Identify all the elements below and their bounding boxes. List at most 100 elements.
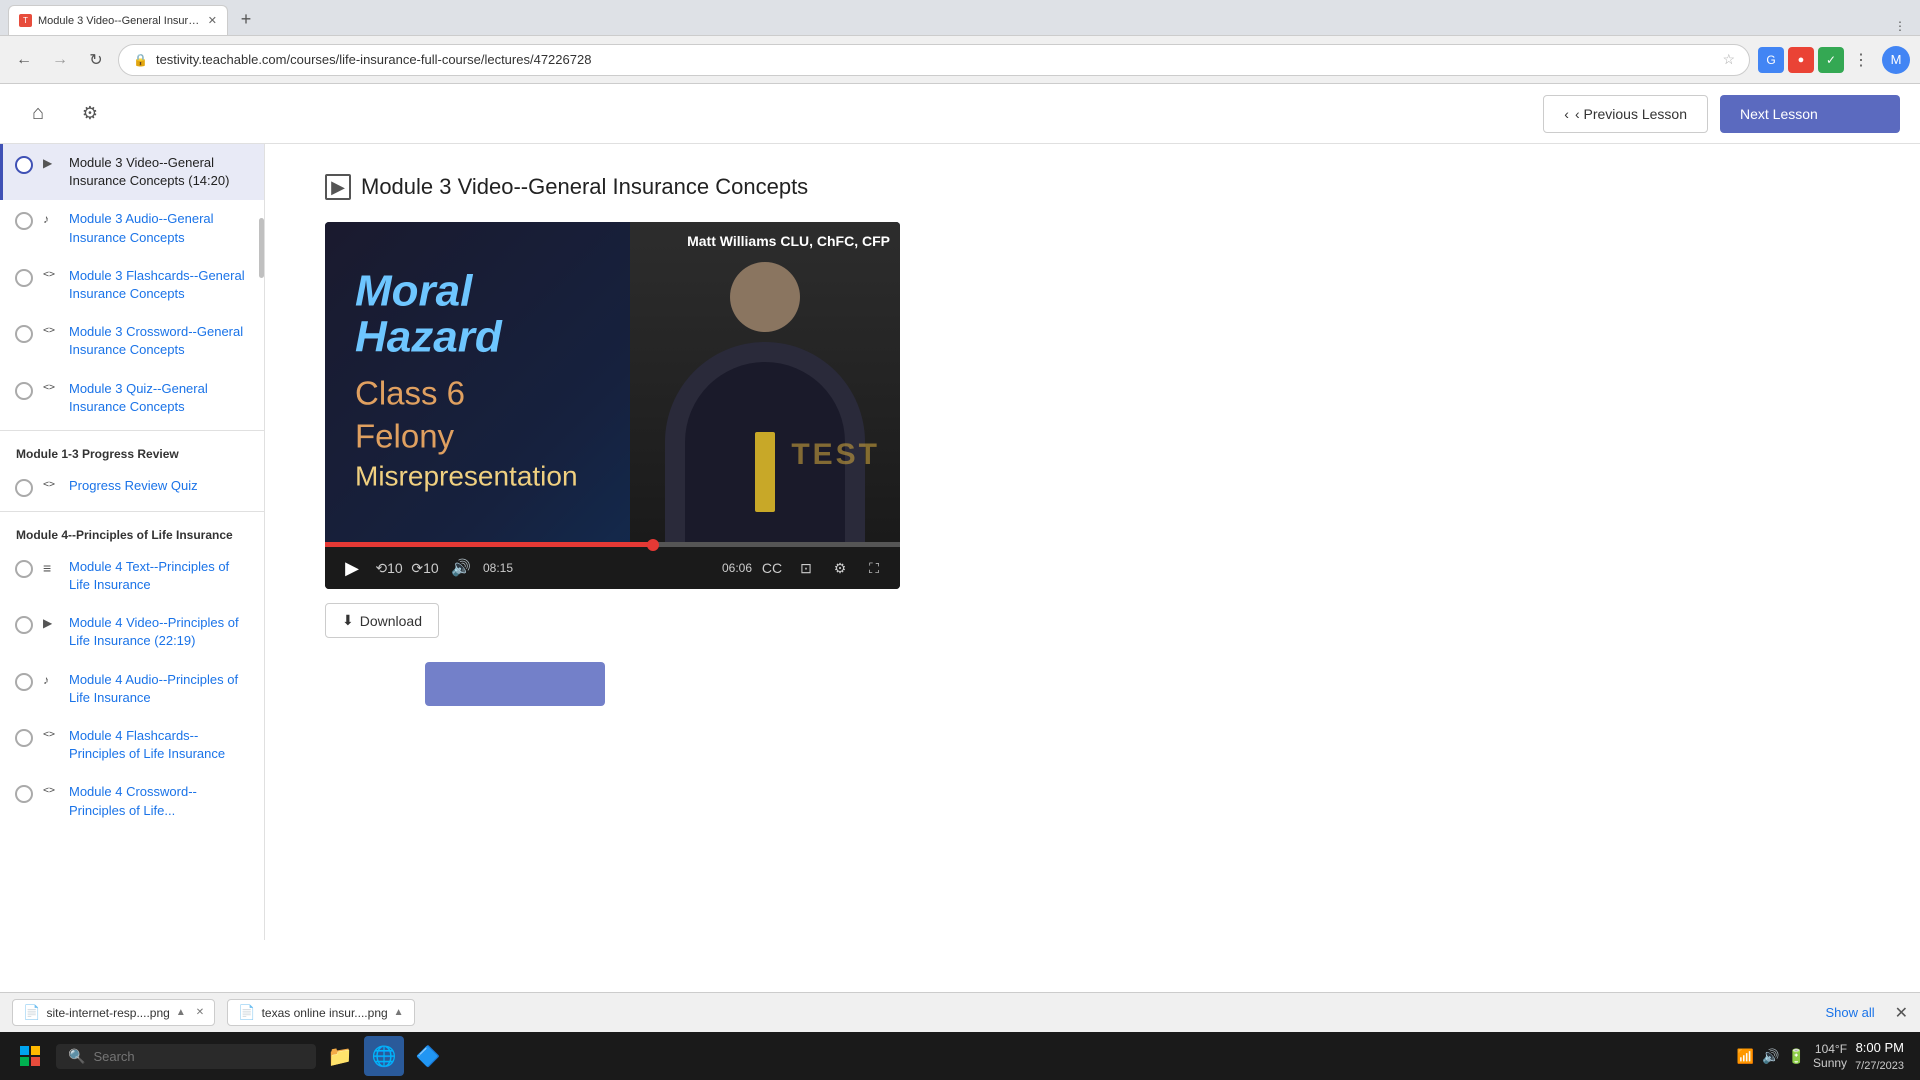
file-chevron-1[interactable]: ▲ [176, 1007, 186, 1018]
sidebar-item-m4-video[interactable]: ▶ Module 4 Video--Principles of Life Ins… [0, 604, 264, 660]
more-extensions-btn[interactable]: ⋮ [1848, 47, 1874, 73]
video-fullscreen-btn[interactable]: ⛶ [860, 554, 888, 582]
sidebar-item-m3-video[interactable]: ▶ Module 3 Video--General Insurance Conc… [0, 144, 264, 200]
condition-text: Sunny [1813, 1056, 1847, 1070]
extension-icon-2[interactable]: ● [1788, 47, 1814, 73]
file-explorer-icon: 📁 [328, 1044, 353, 1069]
sidebar: ▶ Module 3 Video--General Insurance Conc… [0, 144, 265, 940]
m4-audio-title: Module 4 Audio--Principles of Life Insur… [69, 671, 248, 707]
m3-quiz-circle [15, 382, 33, 400]
video-captions-btn[interactable]: CC [758, 554, 786, 582]
progress-quiz-circle [15, 479, 33, 497]
video-progress-container[interactable] [325, 542, 900, 547]
tab-close-icon[interactable]: ✕ [208, 14, 217, 27]
taskbar-tray: 📶 🔊 🔋 104°F Sunny 8:00 PM 7/27/2023 [1737, 1038, 1912, 1074]
video-time-elapsed: 08:15 [483, 561, 513, 575]
content-area: ▶ Module 3 Video--General Insurance Conc… [0, 144, 1920, 940]
file-bar-close-btn[interactable]: ✕ [1895, 1003, 1908, 1023]
taskbar-icon-explorer[interactable]: 📁 [320, 1036, 360, 1076]
network-tray-icon[interactable]: 📶 [1737, 1048, 1754, 1065]
active-tab[interactable]: T Module 3 Video--General Insurance... ✕ [8, 5, 228, 35]
lesson-title-area: ▶ Module 3 Video--General Insurance Conc… [325, 174, 1860, 200]
blue-rect [425, 662, 605, 706]
app: ⌂ ⚙ ‹ ‹ Previous Lesson Next Lesson ▶ Mo… [0, 84, 1920, 940]
bottom-file-bar: 📄 site-internet-resp....png ▲ ✕ 📄 texas … [0, 992, 1920, 1032]
prev-chevron-icon: ‹ [1564, 106, 1569, 122]
sidebar-divider-2 [0, 511, 264, 512]
presenter-name-overlay: Matt Williams CLU, ChFC, CFP [687, 232, 890, 250]
file-name-1: site-internet-resp....png [46, 1006, 169, 1020]
sidebar-item-m4-text[interactable]: ≡ Module 4 Text--Principles of Life Insu… [0, 548, 264, 604]
sidebar-divider-1 [0, 430, 264, 431]
download-label: Download [360, 613, 422, 629]
video-pip-btn[interactable]: ⊡ [792, 554, 820, 582]
taskbar-icon-edge[interactable]: 🔷 [408, 1036, 448, 1076]
taskbar-search-icon: 🔍 [68, 1048, 85, 1065]
address-bar[interactable]: 🔒 testivity.teachable.com/courses/life-i… [118, 44, 1750, 76]
taskbar-search-input[interactable] [93, 1049, 253, 1064]
home-btn[interactable]: ⌂ [20, 96, 56, 132]
file-close-1[interactable]: ✕ [196, 1007, 204, 1018]
profile-icon[interactable]: M [1882, 46, 1910, 74]
video-time-display: 08:15 [483, 561, 714, 575]
m3-quiz-title: Module 3 Quiz--General Insurance Concept… [69, 380, 248, 416]
sidebar-item-m4-cross[interactable]: <> Module 4 Crossword--Principles of Lif… [0, 773, 264, 829]
sidebar-item-m4-flash[interactable]: <> Module 4 Flashcards--Principles of Li… [0, 717, 264, 773]
url-text: testivity.teachable.com/courses/life-ins… [156, 52, 1714, 67]
download-icon: ⬇ [342, 612, 354, 629]
m4-cross-type-icon: <> [43, 785, 59, 796]
m3-flash-title: Module 3 Flashcards--General Insurance C… [69, 267, 248, 303]
browser-refresh-btn[interactable]: ↻ [82, 46, 110, 74]
tab-bar: T Module 3 Video--General Insurance... ✕… [0, 0, 1920, 36]
sidebar-item-m3-cross[interactable]: <> Module 3 Crossword--General Insurance… [0, 313, 264, 369]
video-class-text: Class 6 [355, 373, 578, 416]
file-item-1[interactable]: 📄 site-internet-resp....png ▲ ✕ [12, 999, 215, 1026]
prev-lesson-btn[interactable]: ‹ ‹ Previous Lesson [1543, 95, 1708, 133]
sidebar-item-m3-quiz[interactable]: <> Module 3 Quiz--General Insurance Conc… [0, 370, 264, 426]
extension-icon-3[interactable]: ✓ [1818, 47, 1844, 73]
sidebar-item-m3-audio[interactable]: ♪ Module 3 Audio--General Insurance Conc… [0, 200, 264, 256]
progress-quiz-title: Progress Review Quiz [69, 477, 198, 495]
taskbar-icon-chrome[interactable]: 🌐 [364, 1036, 404, 1076]
main-content: ▶ Module 3 Video--General Insurance Conc… [265, 144, 1920, 940]
show-all-btn[interactable]: Show all [1825, 1005, 1874, 1020]
chrome-icon: 🌐 [372, 1044, 397, 1069]
person-head [730, 262, 800, 332]
file-chevron-2[interactable]: ▲ [394, 1007, 404, 1018]
video-rewind-btn[interactable]: ⟲10 [375, 554, 403, 582]
m4-flash-title: Module 4 Flashcards--Principles of Life … [69, 727, 248, 763]
file-name-2: texas online insur....png [262, 1006, 388, 1020]
sidebar-scroll-indicator[interactable] [259, 184, 264, 861]
start-btn[interactable] [8, 1034, 52, 1078]
m4-cross-title: Module 4 Crossword--Principles of Life..… [69, 783, 248, 819]
taskbar-search-box[interactable]: 🔍 [56, 1044, 316, 1069]
settings-btn[interactable]: ⚙ [72, 96, 108, 132]
sidebar-item-m4-audio[interactable]: ♪ Module 4 Audio--Principles of Life Ins… [0, 661, 264, 717]
tab-more-icon[interactable]: ⋮ [1888, 19, 1912, 33]
download-btn[interactable]: ⬇ Download [325, 603, 439, 638]
video-controls-bar: ▶ ⟲10 ⟳10 🔊 08:15 06:06 CC ⊡ ⚙ ⛶ [325, 547, 900, 589]
video-settings-btn[interactable]: ⚙ [826, 554, 854, 582]
video-felony-text: Felony [355, 416, 578, 459]
file-item-2[interactable]: 📄 texas online insur....png ▲ [227, 999, 414, 1026]
battery-tray-icon[interactable]: 🔋 [1788, 1048, 1805, 1065]
video-forward-btn[interactable]: ⟳10 [411, 554, 439, 582]
next-lesson-btn[interactable]: Next Lesson [1720, 95, 1900, 133]
sidebar-item-progress-quiz[interactable]: <> Progress Review Quiz [0, 467, 264, 507]
video-hazard-text: Hazard [355, 315, 578, 361]
tab-add-btn[interactable]: + [232, 5, 260, 33]
sidebar-item-m3-flash[interactable]: <> Module 3 Flashcards--General Insuranc… [0, 257, 264, 313]
sidebar-scrollbar-thumb [259, 218, 264, 278]
browser-forward-btn[interactable]: → [46, 46, 74, 74]
volume-tray-icon[interactable]: 🔊 [1762, 1048, 1779, 1065]
extension-icon-1[interactable]: G [1758, 47, 1784, 73]
m4-cross-circle [15, 785, 33, 803]
video-play-btn[interactable]: ▶ [337, 553, 367, 583]
taskbar-clock[interactable]: 8:00 PM 7/27/2023 [1855, 1038, 1904, 1074]
video-volume-btn[interactable]: 🔊 [447, 554, 475, 582]
browser-back-btn[interactable]: ← [10, 46, 38, 74]
m4-video-circle [15, 616, 33, 634]
m4-text-circle [15, 560, 33, 578]
bookmark-icon[interactable]: ☆ [1722, 51, 1735, 68]
video-ctrl-right: 06:06 CC ⊡ ⚙ ⛶ [722, 554, 888, 582]
